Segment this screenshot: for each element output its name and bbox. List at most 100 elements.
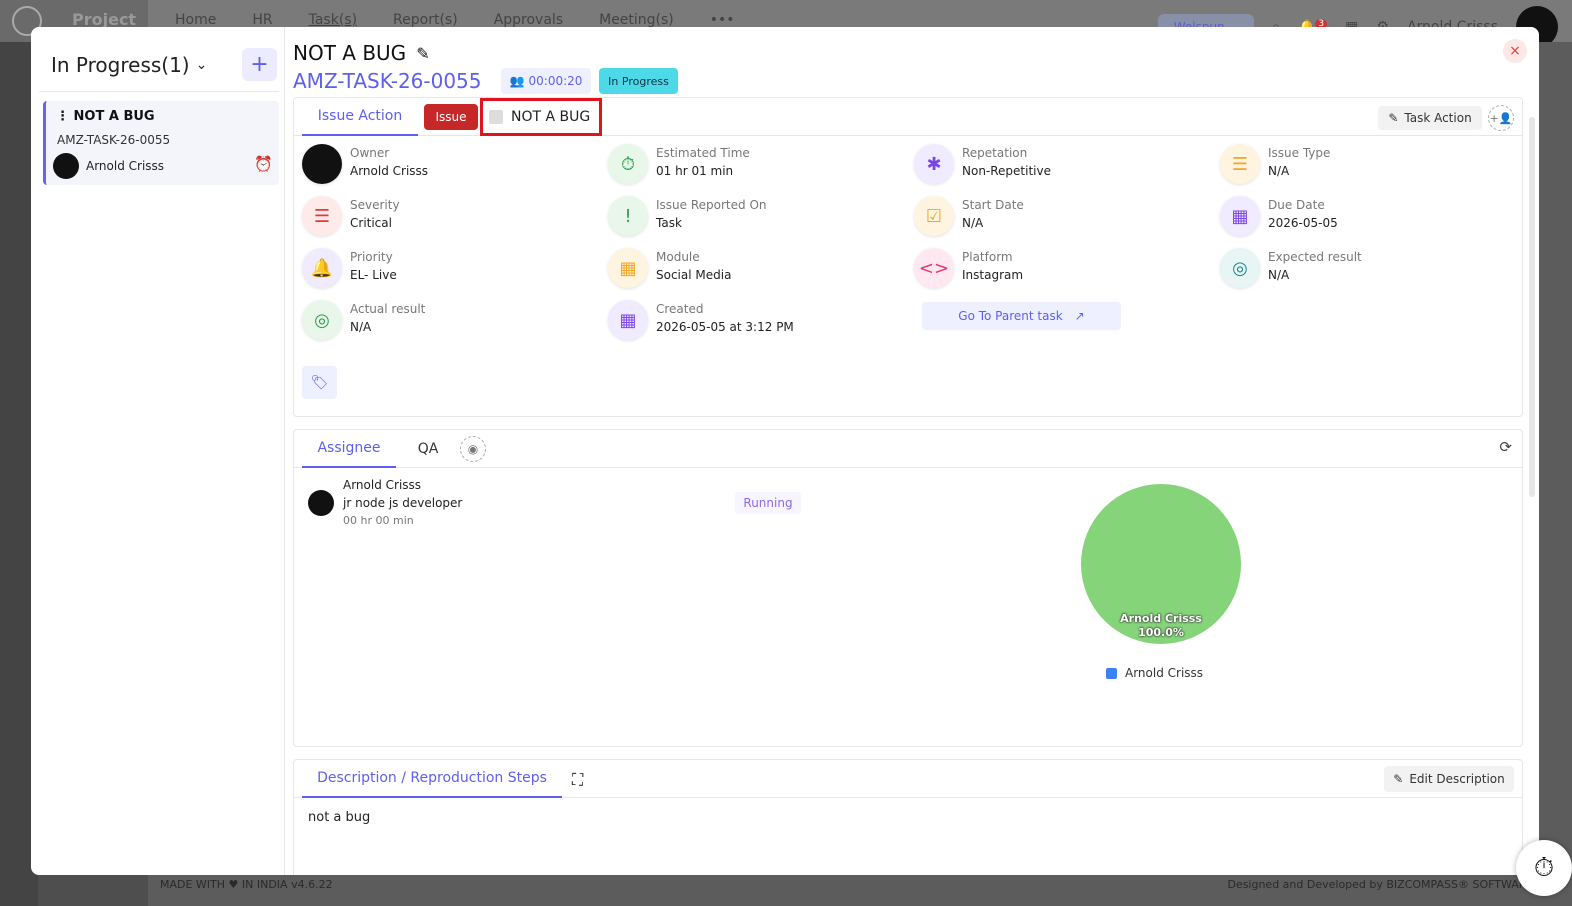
field-expected-result: ◎ Expected result N/A — [1220, 248, 1510, 294]
field-issue-reported-on: ! Issue Reported On Task — [608, 196, 898, 242]
issue-badge-label: Issue — [435, 110, 467, 124]
tab-assignee[interactable]: Assignee — [302, 430, 396, 468]
field-label: Created — [656, 302, 704, 316]
details-tabbar: Issue Action Issue NOT A BUG ✎ Task Acti… — [294, 98, 1522, 136]
target-icon: ◎ — [302, 300, 342, 340]
issue-details-panel: Issue Action Issue NOT A BUG ✎ Task Acti… — [293, 97, 1523, 417]
field-platform: <> Platform Instagram — [914, 248, 1204, 294]
field-created: ▦ Created 2026-05-05 at 3:12 PM — [608, 300, 898, 346]
tab-assignee-label: Assignee — [317, 440, 381, 456]
refresh-icon[interactable]: ⟳ — [1499, 438, 1512, 456]
field-label: Due Date — [1268, 198, 1325, 212]
pencil-icon: ✎ — [1388, 111, 1399, 125]
not-a-bug-label: NOT A BUG — [511, 109, 591, 125]
go-to-parent-task-button[interactable]: Go To Parent task ↗ — [922, 302, 1121, 330]
floating-timer-button[interactable]: ⏱ — [1516, 840, 1572, 896]
edit-description-button[interactable]: ✎ Edit Description — [1384, 766, 1514, 792]
tab-issue-action[interactable]: Issue Action — [302, 98, 418, 136]
field-label: Priority — [350, 250, 393, 264]
add-user-icon[interactable]: +👤 — [1488, 105, 1514, 131]
alarm-clock-icon[interactable]: ⏰ — [254, 155, 273, 173]
chevron-down-icon: ⌄ — [195, 57, 208, 73]
tag-button[interactable]: 🏷 — [302, 366, 337, 399]
field-value: Non-Repetitive — [962, 164, 1051, 178]
task-title-row: NOT A BUG ✎ — [293, 41, 430, 65]
pie-label-name: Arnold Crisss — [1120, 612, 1202, 625]
users-icon: 👥 — [509, 74, 525, 88]
status-badge: In Progress — [599, 68, 678, 94]
scrollbar[interactable] — [1529, 117, 1535, 497]
clipboard-icon: ! — [608, 196, 648, 236]
avatar — [53, 153, 79, 179]
nav-hr[interactable]: HR — [252, 12, 272, 28]
checkbox[interactable] — [489, 110, 503, 124]
chart-legend: Arnold Crisss — [1106, 666, 1203, 680]
running-status-badge: Running — [735, 492, 801, 514]
bell-icon: 🔔 — [302, 248, 342, 288]
edit-description-label: Edit Description — [1409, 772, 1505, 786]
avatar — [308, 490, 334, 516]
parent-task-label: Go To Parent task — [958, 309, 1063, 323]
nav-approvals[interactable]: Approvals — [494, 12, 563, 28]
tag-icon: 🏷 — [310, 374, 329, 391]
description-text: not a bug — [308, 810, 371, 825]
status-title: In Progress(1) — [51, 53, 190, 77]
assignee-name: Arnold Crisss — [343, 478, 422, 492]
page-title: NOT A BUG — [293, 41, 407, 65]
legend-label: Arnold Crisss — [1125, 666, 1204, 680]
field-owner: Owner Arnold Crisss — [302, 144, 592, 190]
task-card[interactable]: ⋮ NOT A BUG AMZ-TASK-26-0055 Arnold Cris… — [43, 101, 279, 185]
plus-icon: + — [250, 52, 269, 77]
tab-qa[interactable]: QA — [408, 430, 448, 468]
task-action-button[interactable]: ✎ Task Action — [1378, 106, 1482, 130]
field-value: 2026-05-05 at 3:12 PM — [656, 320, 794, 334]
severity-icon: ☰ — [302, 196, 342, 236]
field-severity: ☰ Severity Critical — [302, 196, 592, 242]
not-a-bug-checkbox[interactable]: NOT A BUG — [480, 98, 602, 136]
calendar-icon: ▦ — [1220, 196, 1260, 236]
tab-description-label: Description / Reproduction Steps — [317, 770, 547, 786]
nav-meetings[interactable]: Meeting(s) — [599, 12, 674, 28]
grid-icon: ▦ — [608, 248, 648, 288]
nav-tasks[interactable]: Task(s) — [309, 12, 357, 28]
field-value: EL- Live — [350, 268, 397, 282]
status-dropdown[interactable]: In Progress(1) ⌄ — [51, 53, 207, 77]
nav-more[interactable]: ••• — [710, 12, 735, 28]
assignee-panel: Assignee QA ◉ ⟳ Arnold Crisss jr node js… — [293, 429, 1523, 747]
nav-reports[interactable]: Report(s) — [393, 12, 458, 28]
eye-icon[interactable]: ◉ — [460, 436, 486, 462]
field-start-date: ☑ Start Date N/A — [914, 196, 1204, 242]
field-repetation: ✱ Repetation Non-Repetitive — [914, 144, 1204, 190]
expand-icon[interactable]: ⛶ — [572, 770, 583, 790]
nav-home[interactable]: Home — [175, 12, 216, 28]
tab-description[interactable]: Description / Reproduction Steps — [302, 760, 562, 798]
field-label: Start Date — [962, 198, 1024, 212]
task-detail-modal: × In Progress(1) ⌄ + ⋮ NOT A BUG AMZ-TAS… — [31, 27, 1539, 875]
field-label: Platform — [962, 250, 1013, 264]
field-value: Instagram — [962, 268, 1024, 282]
field-value: N/A — [350, 320, 372, 334]
stopwatch-icon: ⏱ — [1533, 852, 1555, 883]
issue-badge: Issue — [424, 104, 478, 130]
field-module: ▦ Module Social Media — [608, 248, 898, 294]
field-value: Critical — [350, 216, 392, 230]
add-task-button[interactable]: + — [242, 48, 277, 81]
running-status-label: Running — [743, 496, 793, 510]
description-tabbar: Description / Reproduction Steps ⛶ ✎ Edi… — [294, 760, 1522, 798]
list-icon: ☰ — [1220, 144, 1260, 184]
field-value: N/A — [1268, 164, 1290, 178]
field-label: Actual result — [350, 302, 426, 316]
task-card-code: AMZ-TASK-26-0055 — [57, 133, 171, 147]
field-due-date: ▦ Due Date 2026-05-05 — [1220, 196, 1510, 242]
field-actual-result: ◎ Actual result N/A — [302, 300, 592, 346]
assignee-role: jr node js developer — [343, 496, 463, 510]
footer-made-in: MADE WITH ♥ IN INDIA v4.6.22 — [160, 878, 333, 891]
status-badge-label: In Progress — [608, 74, 669, 88]
app-footer: MADE WITH ♥ IN INDIA v4.6.22 Designed an… — [148, 874, 1572, 906]
task-card-owner: Arnold Crisss — [86, 159, 165, 173]
pencil-icon[interactable]: ✎ — [416, 44, 429, 63]
field-value: 2026-05-05 — [1268, 216, 1338, 230]
calendar-check-icon: ☑ — [914, 196, 954, 236]
assignee-tabbar: Assignee QA ◉ ⟳ — [294, 430, 1522, 468]
legend-swatch — [1106, 667, 1117, 679]
